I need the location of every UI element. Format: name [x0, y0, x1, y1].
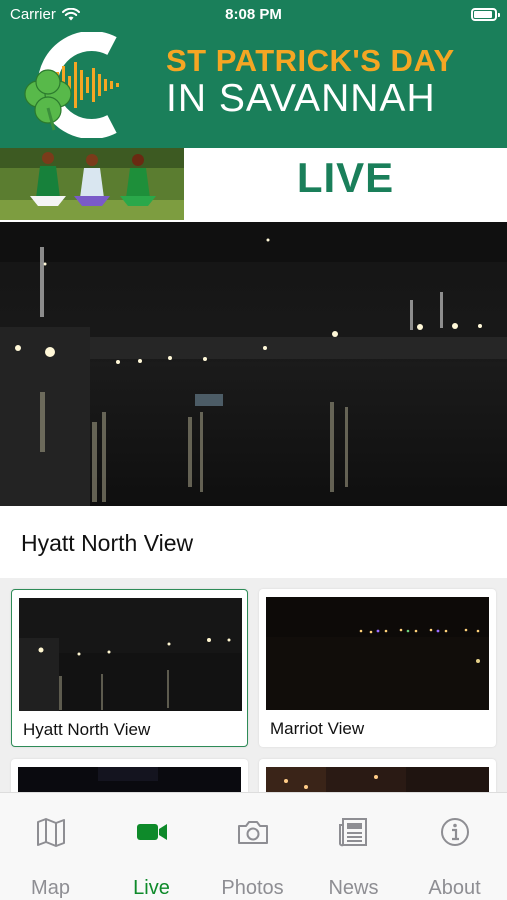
live-label: LIVE [296, 154, 395, 201]
tab-photos[interactable]: Photos [202, 793, 303, 900]
camera-thumbnail [18, 767, 241, 792]
tab-label: About [428, 877, 481, 899]
newspaper-icon [339, 818, 367, 847]
live-video-player[interactable] [0, 222, 507, 506]
dancers-photo [0, 148, 184, 220]
current-camera-title: Hyatt North View [21, 530, 194, 556]
event-title: ST PATRICK'S DAY IN SAVANNAH [166, 44, 455, 120]
camera-thumbnail [266, 597, 489, 710]
camera-card-label: Hyatt North View [23, 720, 151, 739]
tab-label: News [328, 877, 379, 899]
title-line-2: IN SAVANNAH [166, 77, 436, 120]
camera-icon [238, 821, 268, 844]
current-camera-title-bar: Hyatt North View [0, 506, 507, 578]
clock: 8:08 PM [225, 6, 282, 23]
camera-grid: Hyatt North View Marriot View [0, 578, 507, 792]
tab-map[interactable]: Map [0, 793, 101, 900]
tab-news[interactable]: News [303, 793, 404, 900]
tab-about[interactable]: About [404, 793, 505, 900]
tab-bar: Map Live Photos News About [0, 792, 507, 900]
shamrock-c-logo-icon [24, 32, 119, 138]
camera-card-hyatt-north-view[interactable]: Hyatt North View [11, 589, 248, 747]
camera-thumbnail [266, 767, 489, 792]
map-icon [37, 818, 65, 847]
tab-label: Photos [221, 877, 284, 899]
tab-label: Live [133, 877, 170, 899]
tab-label: Map [31, 877, 70, 899]
camera-thumbnail [19, 598, 242, 711]
camera-card-4[interactable] [259, 759, 496, 792]
video-camera-icon [137, 824, 167, 840]
battery-icon [471, 8, 500, 21]
info-icon [441, 818, 469, 846]
camera-card-marriot-view[interactable]: Marriot View [259, 589, 496, 747]
app-header: Carrier 8:08 PM ST PATRICK'S DAY IN SAVA… [0, 0, 507, 148]
tab-live[interactable]: Live [101, 793, 202, 900]
camera-card-label: Marriot View [270, 719, 365, 738]
title-line-1: ST PATRICK'S DAY [166, 43, 455, 78]
live-banner: LIVE [0, 148, 507, 222]
status-bar: Carrier 8:08 PM [0, 0, 507, 30]
camera-card-3[interactable] [11, 759, 248, 792]
